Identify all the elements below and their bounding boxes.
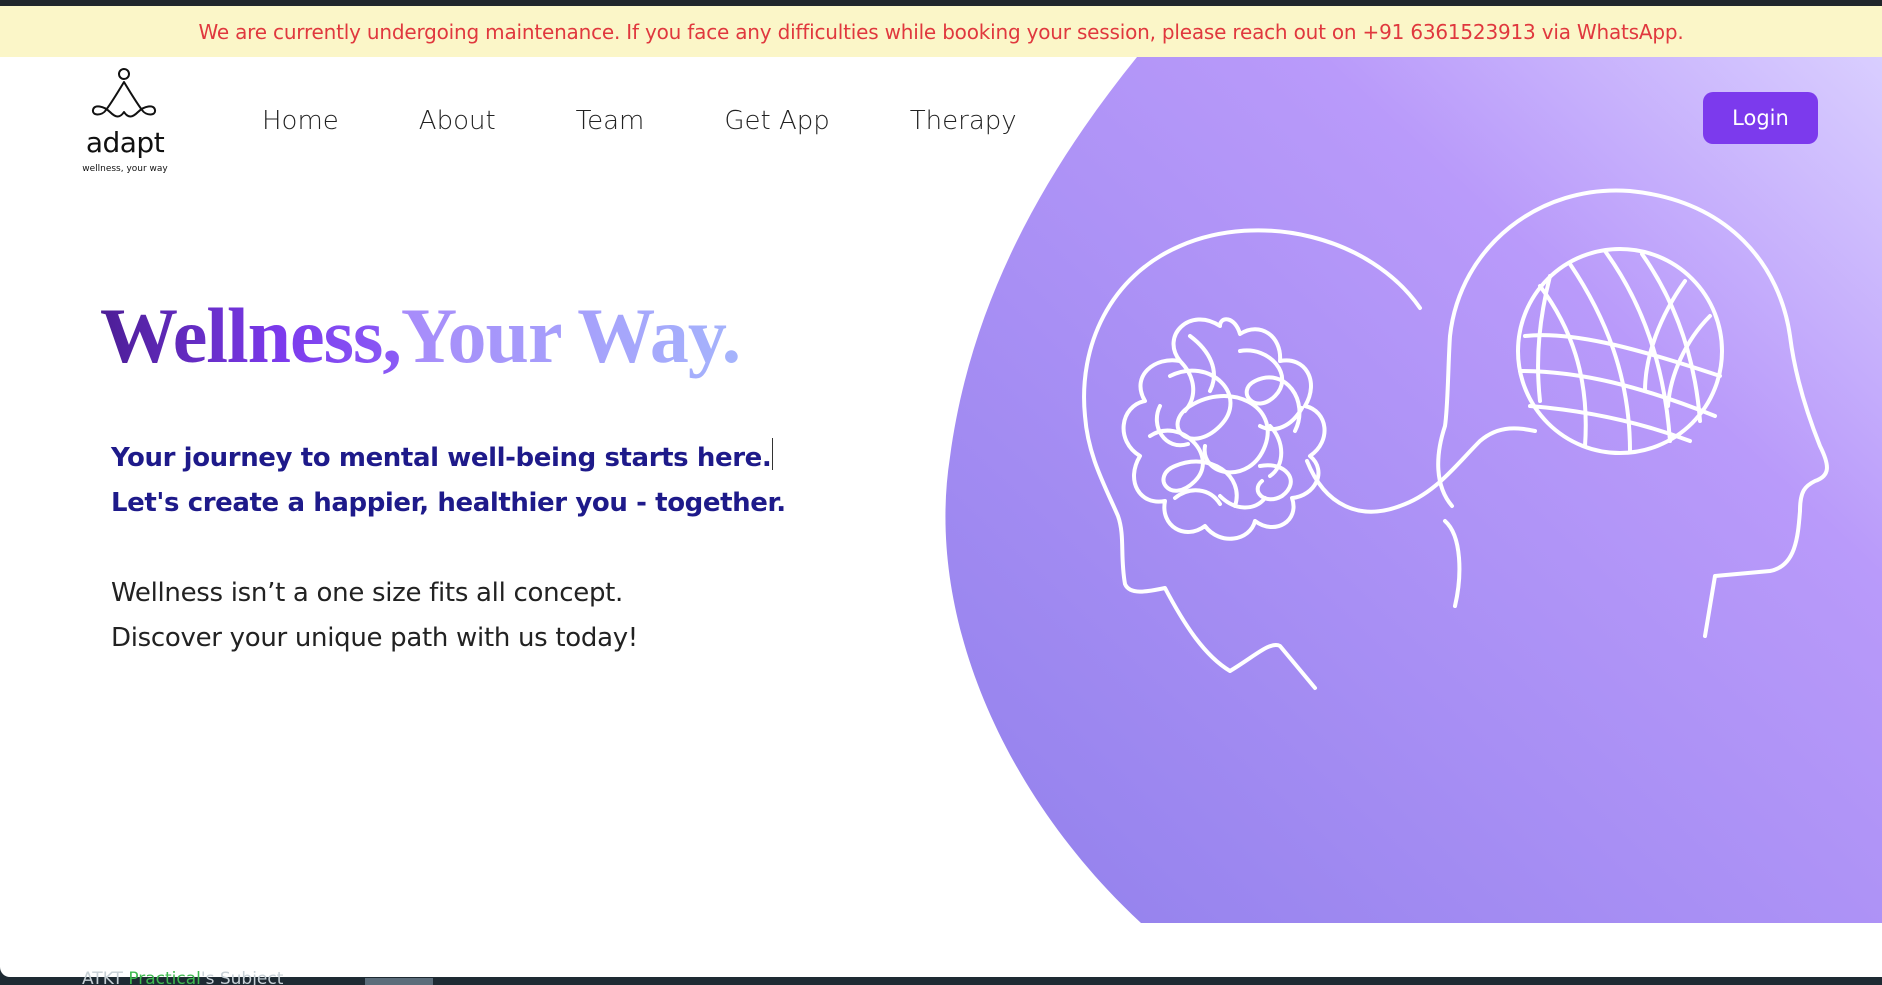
headline-part1: Wellness, xyxy=(100,292,402,379)
logo-tagline: wellness, your way xyxy=(82,164,168,174)
hero-tagline: Your journey to mental well-being starts… xyxy=(111,436,786,526)
nav-about[interactable]: About xyxy=(419,106,496,136)
background-window-text: ATKT Practical's Subject xyxy=(82,969,284,985)
tagline-line1: Your journey to mental well-being starts… xyxy=(111,443,772,473)
maintenance-message: We are currently undergoing maintenance.… xyxy=(198,19,1684,44)
login-button[interactable]: Login xyxy=(1703,92,1818,144)
nav-get-app[interactable]: Get App xyxy=(724,106,829,136)
nav-therapy[interactable]: Therapy xyxy=(910,106,1017,136)
meditation-figure-icon xyxy=(91,68,157,118)
desc-line1: Wellness isn’t a one size fits all conce… xyxy=(111,578,624,608)
hero-headline: Wellness,Your Way. xyxy=(100,291,741,381)
text-cursor xyxy=(772,438,774,470)
tagline-line2: Let's create a happier, healthier you - … xyxy=(111,488,786,518)
browser-page: We are currently undergoing maintenance.… xyxy=(0,6,1882,977)
background-window-element xyxy=(365,978,433,985)
nav-team[interactable]: Team xyxy=(576,106,645,136)
main-nav: Home About Team Get App Therapy xyxy=(262,106,1097,136)
adapt-logo[interactable]: adapt wellness, your way xyxy=(80,66,170,181)
two-heads-yarn-illustration-icon xyxy=(1082,188,1829,690)
logo-wordmark: adapt xyxy=(85,126,165,159)
maintenance-banner: We are currently undergoing maintenance.… xyxy=(0,6,1882,57)
hero-description: Wellness isn’t a one size fits all conce… xyxy=(111,571,638,661)
headline-part2: Your Way. xyxy=(400,292,741,379)
nav-home[interactable]: Home xyxy=(262,106,339,136)
desc-line2: Discover your unique path with us today! xyxy=(111,623,638,653)
